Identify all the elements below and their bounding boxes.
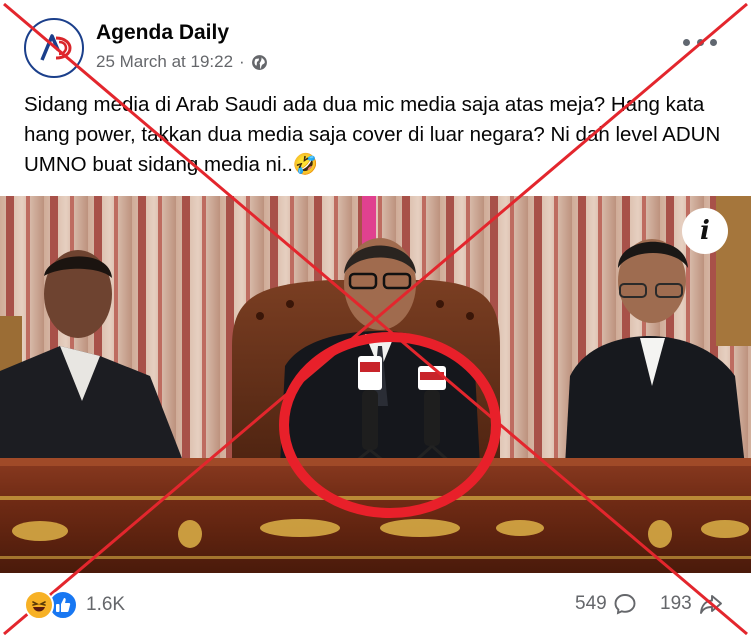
comments-count-button[interactable]: 549 — [575, 592, 637, 616]
post-timestamp[interactable]: 25 March at 19:22 — [96, 52, 233, 72]
more-dot — [696, 38, 704, 46]
share-icon — [699, 595, 722, 614]
globe-icon — [251, 54, 267, 70]
reaction-count: 1.6K — [86, 594, 126, 615]
post-photo[interactable] — [0, 196, 751, 573]
post-meta: 25 March at 19:22 · — [96, 52, 268, 72]
agenda-daily-logo-icon — [40, 34, 72, 61]
comment-count: 549 — [575, 593, 607, 614]
post-footer: 1.6K 549 193 — [0, 580, 751, 630]
more-dot — [683, 38, 690, 46]
info-button[interactable]: i — [682, 208, 728, 254]
haha-icon — [24, 590, 54, 620]
share-count: 193 — [660, 593, 692, 614]
reactions-summary[interactable]: 1.6K — [24, 590, 125, 620]
post-caption: Sidang media di Arab Saudi ada dua mic m… — [24, 93, 721, 176]
page-avatar[interactable] — [24, 18, 84, 78]
more-options-button[interactable] — [683, 30, 717, 54]
meta-separator: · — [239, 52, 245, 71]
shares-count-button[interactable]: 193 — [660, 592, 724, 616]
comment-icon — [614, 594, 636, 615]
page-name[interactable]: Agenda Daily — [96, 21, 229, 45]
press-conference-image — [0, 196, 751, 573]
more-dot — [710, 38, 717, 46]
facebook-post: Agenda Daily 25 March at 19:22 · Sidang … — [0, 0, 751, 638]
